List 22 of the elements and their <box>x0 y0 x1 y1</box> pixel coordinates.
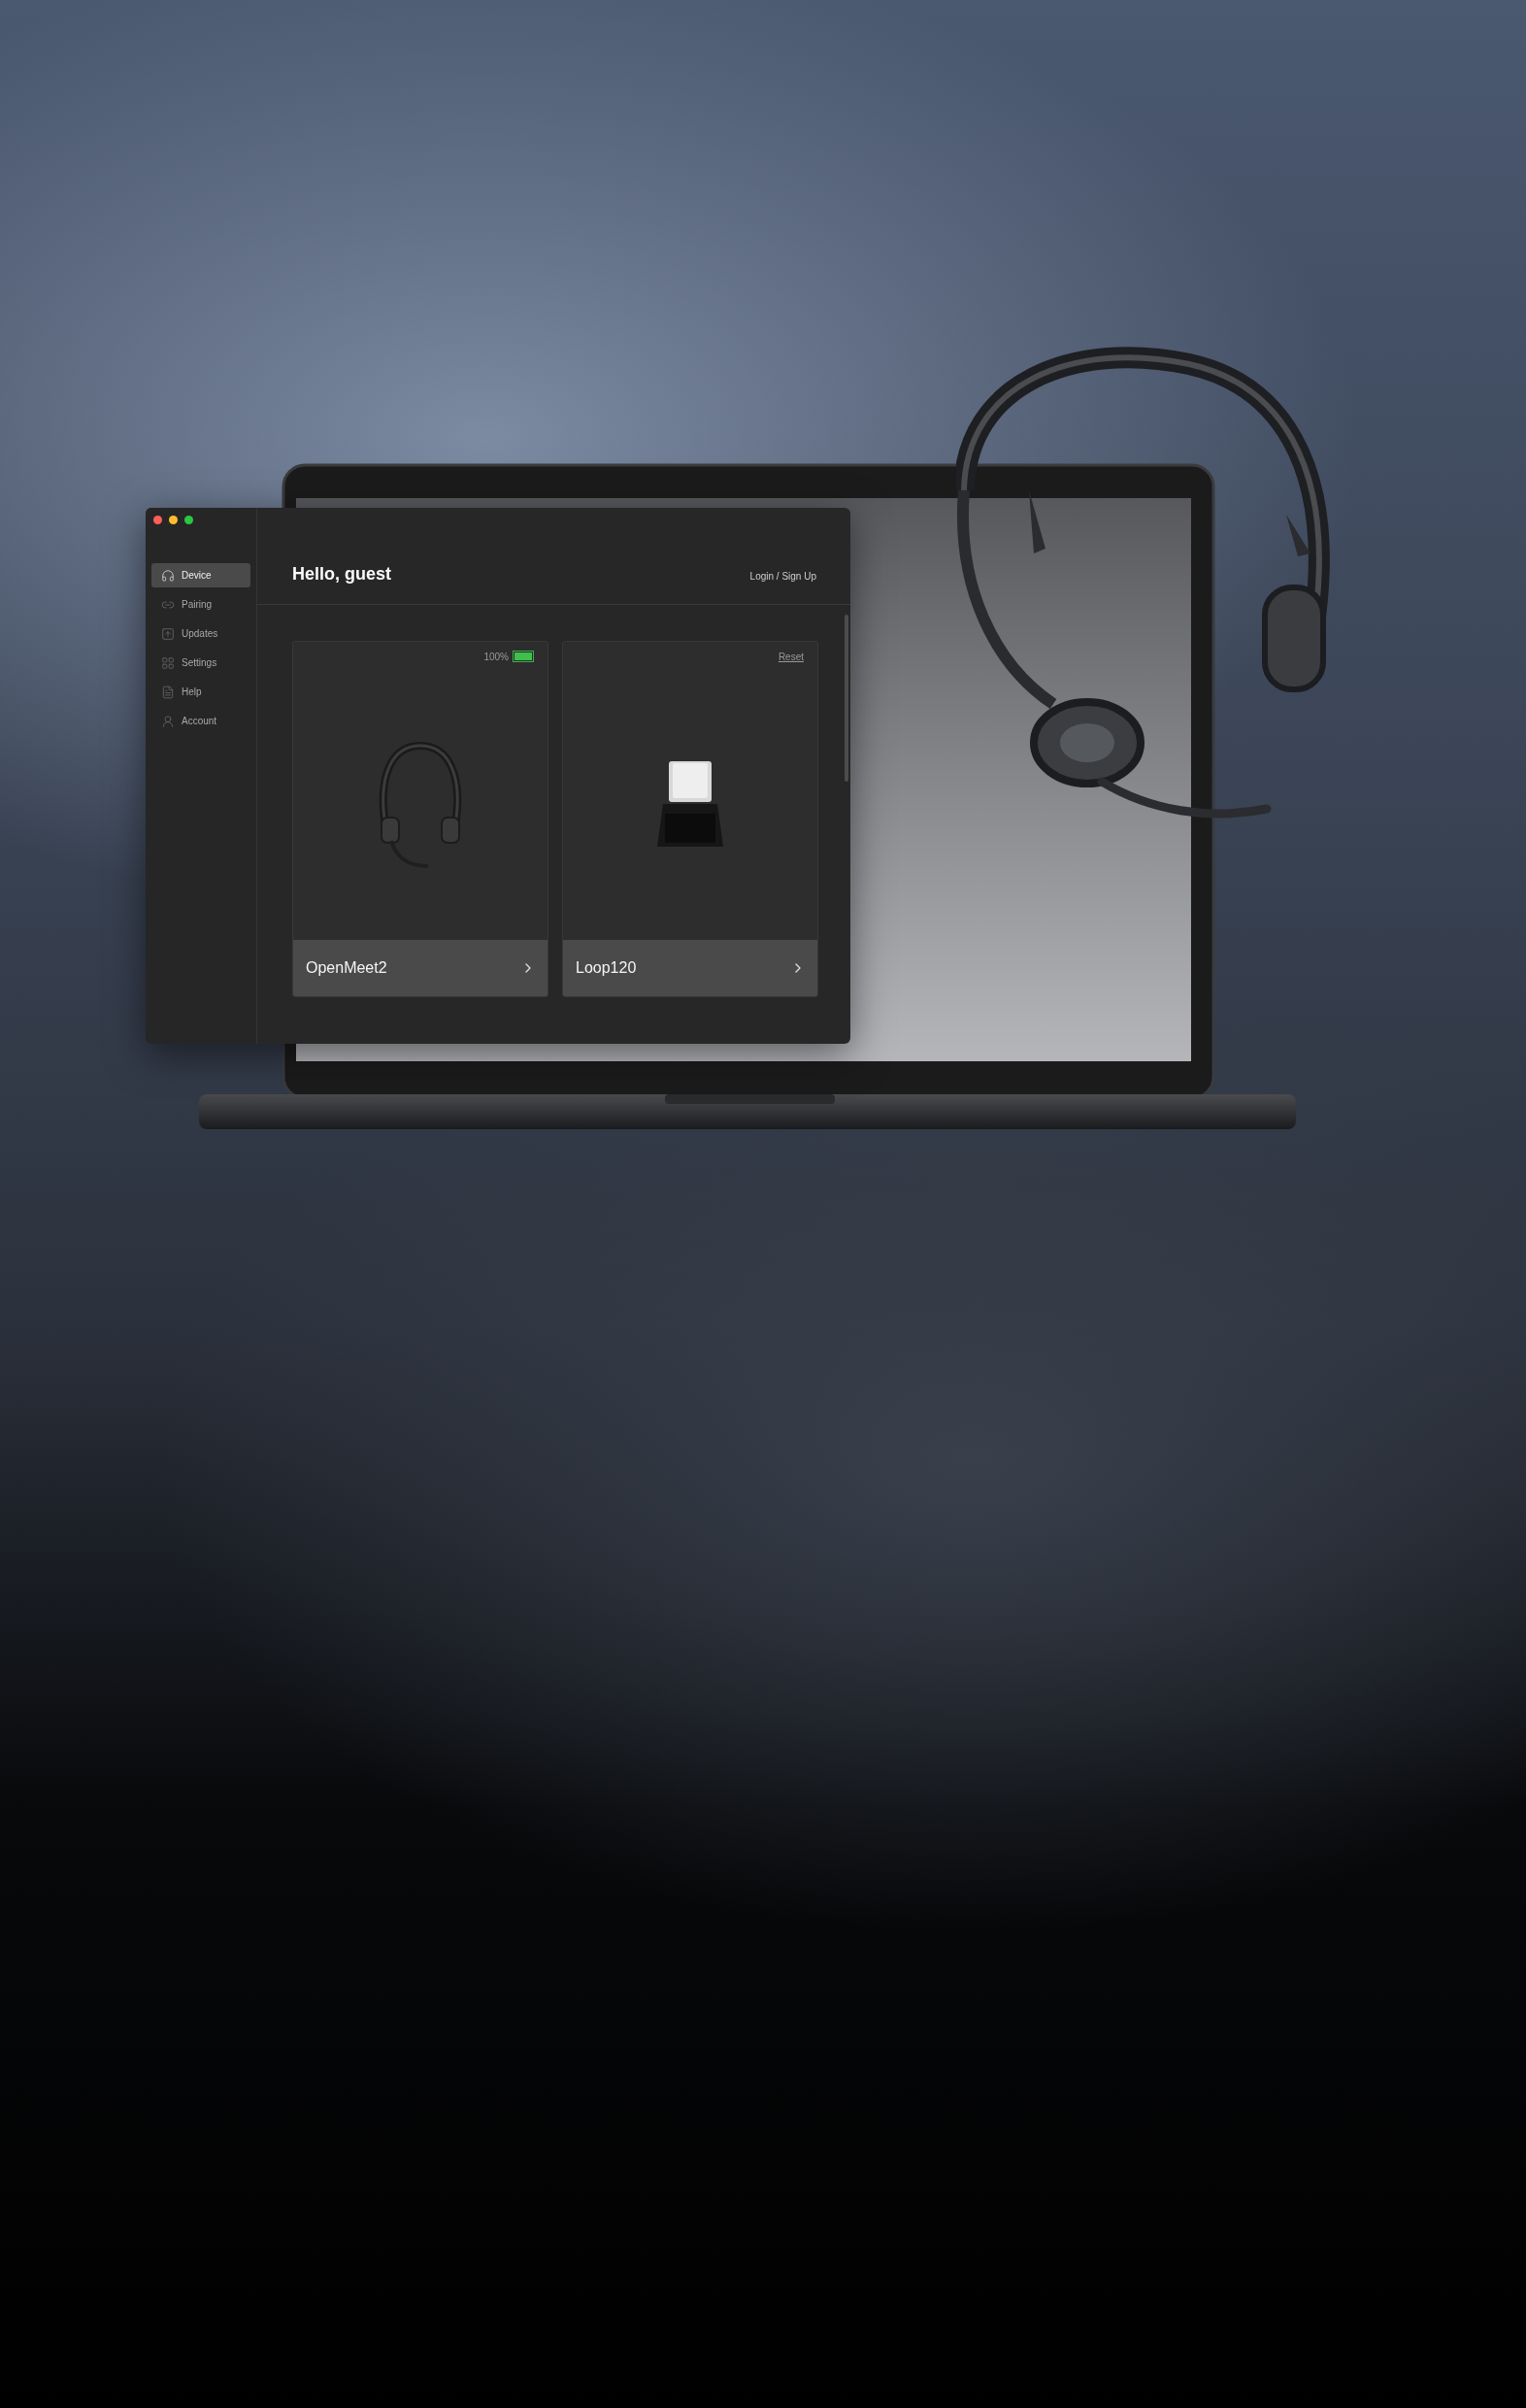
person-icon <box>161 714 175 728</box>
greeting-title: Hello, guest <box>292 564 391 585</box>
battery-icon <box>514 652 532 660</box>
close-button[interactable] <box>153 516 162 524</box>
login-link[interactable]: Login / Sign Up <box>749 571 816 582</box>
sidebar-item[interactable]: Help <box>151 680 250 704</box>
zoom-button[interactable] <box>184 516 193 524</box>
sidebar-item[interactable]: Device <box>151 563 250 587</box>
battery-reading: 100% <box>483 651 509 662</box>
minimize-button[interactable] <box>169 516 178 524</box>
headset-icon <box>161 568 175 583</box>
grid-icon <box>161 655 175 670</box>
sidebar-item[interactable]: Updates <box>151 621 250 646</box>
upload-square-icon <box>161 626 175 641</box>
sidebar-item[interactable]: Pairing <box>151 592 250 617</box>
sidebar-item[interactable]: Account <box>151 709 250 733</box>
device-footer-button[interactable]: Loop120 <box>563 940 817 996</box>
reset-link[interactable]: Reset <box>778 651 804 662</box>
device-footer-button[interactable]: OpenMeet2 <box>293 940 547 996</box>
document-icon <box>161 685 175 699</box>
sidebar-item[interactable]: Settings <box>151 651 250 675</box>
scrollbar[interactable] <box>845 615 848 782</box>
